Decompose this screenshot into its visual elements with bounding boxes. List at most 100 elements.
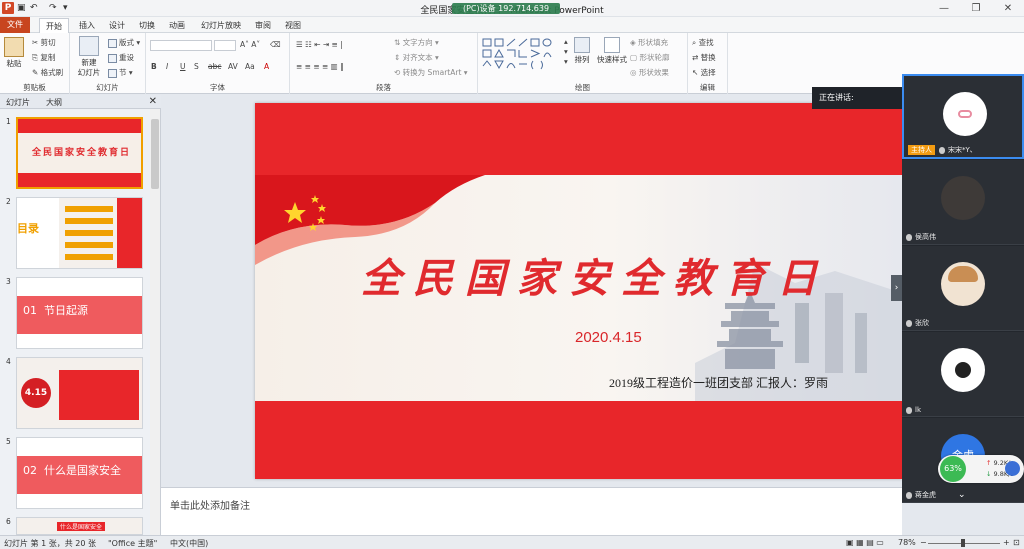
format-painter-button[interactable]: ✎ 格式刷 (32, 68, 63, 78)
fit-slide-icon[interactable]: ⊡ (1013, 538, 1020, 547)
close-icon[interactable]: ✕ (998, 2, 1018, 15)
tab-slides-panel[interactable]: 幻灯片 (6, 97, 30, 108)
section-icon (108, 68, 117, 78)
thumb-title: 01 节日起源 (23, 304, 88, 317)
align-buttons[interactable]: ≡ ≡ ≡ ≡ ▥ ‖ (296, 62, 344, 72)
zoom-slider-handle[interactable] (961, 539, 965, 547)
select-button[interactable]: ↖ 选择 (692, 68, 716, 78)
participant-name-text: 侯高伟 (915, 233, 936, 241)
network-usage-gauge: 63% (940, 456, 966, 482)
tab-slideshow[interactable]: 幻灯片放映 (196, 18, 246, 33)
shape-fill-button[interactable]: ◈ 形状填充 (630, 38, 668, 48)
align-text-button[interactable]: ⇕ 对齐文本 ▾ (394, 53, 439, 63)
font-name-combo[interactable] (150, 40, 212, 51)
thumbnail-scrollbar-thumb[interactable] (151, 119, 159, 189)
clear-format-button[interactable]: ⌫ (270, 40, 281, 50)
thumb-number: 3 (6, 277, 11, 286)
arrange-label: 排列 (574, 55, 590, 64)
arrange-icon (574, 37, 590, 53)
participant-tile[interactable]: 主持人 宋宋*Y、 (902, 74, 1024, 159)
collapse-meeting-panel-icon[interactable]: › (891, 275, 902, 301)
new-slide-button[interactable]: 新建 幻灯片 (74, 36, 104, 78)
participant-name: 主持人 宋宋*Y、 (908, 145, 977, 155)
change-case-button[interactable]: Aa (245, 62, 255, 72)
shapes-scroll[interactable]: ▴ ▾ ▾ (564, 37, 568, 67)
tab-review[interactable]: 审阅 (250, 18, 276, 33)
slide-thumbnail-5[interactable]: 02 什么是国家安全 (16, 437, 143, 509)
cut-button[interactable]: ✂ 剪切 (32, 38, 56, 48)
char-spacing-button[interactable]: AV (228, 62, 238, 72)
slide-date[interactable]: 2020.4.15 (575, 329, 642, 346)
paste-button[interactable]: 粘贴 (3, 37, 25, 69)
slide-title[interactable]: 全民国家安全教育日 (345, 246, 845, 304)
font-size-combo[interactable] (214, 40, 236, 51)
network-speed-widget[interactable]: 63% ↑ 9.2K/s ↓ 9.8K/s (938, 455, 1024, 483)
status-bar: 幻灯片 第 1 张，共 20 张 "Office 主题" 中文(中国) ▣ ▦ … (0, 535, 1024, 549)
speaking-indicator: 正在讲话: (812, 87, 902, 109)
tab-view[interactable]: 视图 (280, 18, 306, 33)
tab-animations[interactable]: 动画 (164, 18, 190, 33)
zoom-out-icon[interactable]: − (920, 538, 927, 547)
thumb-number: 1 (6, 117, 11, 126)
shapes-gallery[interactable] (481, 37, 563, 71)
mic-icon (906, 406, 912, 414)
underline-button[interactable]: U (180, 62, 186, 72)
bullets-button[interactable]: ☰ ☷ ⇤ ⇥ ≡ | (296, 40, 343, 50)
tab-design[interactable]: 设计 (104, 18, 130, 33)
close-panel-icon[interactable]: ✕ (149, 96, 157, 107)
shadow-button[interactable]: S (194, 62, 199, 72)
find-button[interactable]: ⌕ 查找 (692, 38, 714, 48)
tab-insert[interactable]: 插入 (74, 18, 100, 33)
new-slide-label: 新建 幻灯片 (77, 58, 101, 77)
restore-icon[interactable]: ❐ (966, 2, 986, 15)
mic-icon (906, 233, 912, 241)
thumb-title: 目录 (17, 222, 39, 235)
avatar (943, 92, 987, 136)
tab-file[interactable]: 文件 (0, 17, 30, 33)
align-text-label: 对齐文本 (402, 53, 433, 62)
strikethrough-button[interactable]: abc (208, 62, 221, 72)
tab-transitions[interactable]: 切换 (134, 18, 160, 33)
participant-tile[interactable]: lk (902, 332, 1024, 417)
mic-icon (906, 491, 912, 499)
notes-pane[interactable]: 单击此处添加备注 (161, 487, 902, 535)
expand-list-icon[interactable]: ⌄ (958, 490, 966, 500)
slide-thumbnail-2[interactable]: 目录 (16, 197, 143, 269)
minimize-icon[interactable]: — (934, 2, 954, 15)
zoom-level[interactable]: 78% (898, 538, 916, 547)
tab-home[interactable]: 开始 (39, 18, 69, 34)
reset-button[interactable]: 重设 (108, 53, 134, 63)
slide-thumbnail-3[interactable]: 01 节日起源 (16, 277, 143, 349)
replace-button[interactable]: ⇄ 替换 (692, 53, 716, 63)
slide-thumbnail-1[interactable]: 全民国家安全教育日 (16, 117, 143, 189)
zoom-in-icon[interactable]: + (1003, 538, 1010, 547)
copy-button[interactable]: ⎘ 复制 (32, 53, 55, 63)
accelerator-icon[interactable] (1005, 461, 1020, 476)
participant-tile[interactable]: 张欣 (902, 246, 1024, 331)
section-button[interactable]: 节 ▾ (108, 68, 133, 78)
slide-thumbnail-6[interactable]: 什么是国家安全 (16, 517, 143, 535)
convert-smartart-button[interactable]: ⟲ 转换为 SmartArt ▾ (394, 68, 468, 78)
new-slide-icon (79, 36, 99, 56)
mic-icon (906, 319, 912, 327)
view-buttons[interactable]: ▣ ▦ ▤ ▭ (846, 538, 884, 547)
italic-button[interactable]: I (166, 62, 168, 72)
tab-outline-panel[interactable]: 大纲 (46, 97, 62, 108)
participant-tile[interactable]: 侯高伟 (902, 160, 1024, 245)
layout-button[interactable]: 版式 ▾ (108, 38, 140, 48)
slide-subtitle[interactable]: 2019级工程造价一班团支部 汇报人：罗雨 (609, 374, 828, 391)
arrange-button[interactable]: 排列 (572, 37, 592, 65)
quick-styles-button[interactable]: 快速样式 (596, 37, 628, 65)
grow-font-button[interactable]: A˄ A˅ (240, 40, 260, 50)
font-color-button[interactable]: A (264, 62, 269, 72)
layout-label: 版式 (119, 38, 134, 47)
thumb-number: 5 (6, 437, 11, 446)
replace-label: 替换 (700, 53, 716, 62)
bold-button[interactable]: B (151, 62, 157, 72)
mic-icon (939, 146, 945, 154)
shape-effects-button[interactable]: ◎ 形状效果 (630, 68, 669, 78)
current-slide[interactable]: 全民国家安全教育日 2020.4.15 2019级工程造价一班团支部 汇报人：罗… (255, 103, 902, 479)
slide-thumbnail-4[interactable]: 4.15 (16, 357, 143, 429)
text-direction-button[interactable]: ⇅ 文字方向 ▾ (394, 38, 439, 48)
shape-outline-button[interactable]: ▢ 形状轮廓 (630, 53, 669, 63)
